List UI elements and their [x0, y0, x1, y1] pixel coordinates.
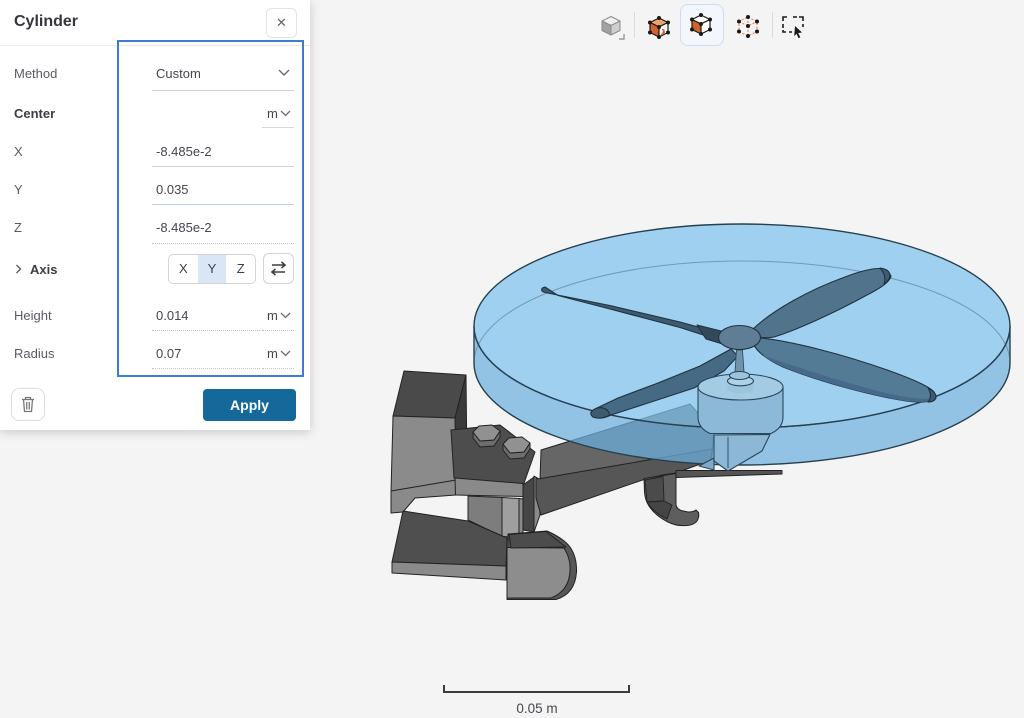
svg-text:0.05 m: 0.05 m: [516, 701, 557, 716]
